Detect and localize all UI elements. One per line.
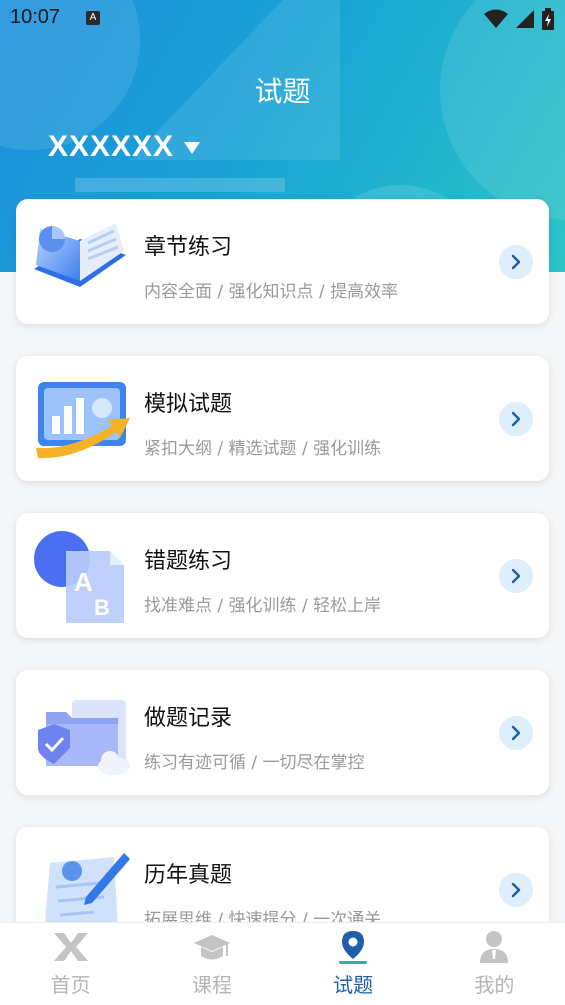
card-title: 章节练习: [144, 235, 233, 260]
chart-board-icon: [36, 382, 130, 459]
graduation-cap-icon: [193, 935, 230, 960]
bottom-tab-bar: 首页 课程 试题 我的: [0, 922, 565, 1005]
home-logo-icon: [53, 933, 88, 961]
card-title: 历年真题: [144, 863, 233, 888]
chevron-right-icon[interactable]: [499, 559, 533, 593]
card-chapter-practice[interactable]: 章节练习 内容全面 / 强化知识点 / 提高效率: [16, 199, 549, 324]
chevron-right-icon[interactable]: [499, 873, 533, 907]
tab-label: 课程: [191, 973, 232, 997]
card-subtitle: 练习有迹可循 / 一切尽在掌控: [144, 753, 365, 773]
card-subtitle: 找准难点 / 强化训练 / 轻松上岸: [144, 596, 382, 616]
chevron-right-icon[interactable]: [499, 716, 533, 750]
tab-profile[interactable]: 我的: [424, 923, 565, 1005]
caret-down-icon: [184, 142, 201, 154]
folder-shield-icon: [38, 700, 130, 775]
chevron-right-icon[interactable]: [499, 245, 533, 279]
card-title: 错题练习: [144, 549, 233, 574]
open-book-icon: [34, 223, 126, 287]
svg-text:A: A: [74, 567, 93, 597]
page-title: 试题: [254, 75, 311, 108]
status-time: 10:07: [10, 6, 61, 28]
location-pin-icon: [339, 931, 368, 964]
battery-icon: [542, 8, 554, 30]
card-mock-exam[interactable]: 模拟试题 紧扣大纲 / 精选试题 / 强化训练: [16, 356, 549, 481]
notification-icon: A: [86, 11, 100, 25]
card-subtitle: 内容全面 / 强化知识点 / 提高效率: [144, 282, 399, 302]
card-practice-record[interactable]: 做题记录 练习有迹可循 / 一切尽在掌控: [16, 670, 549, 795]
user-icon: [480, 931, 509, 963]
tab-label: 试题: [333, 973, 374, 997]
card-title: 做题记录: [144, 706, 233, 731]
tab-courses[interactable]: 课程: [141, 923, 282, 1005]
status-icons: [483, 8, 555, 30]
decor-bar: [75, 178, 285, 192]
ab-document-icon: A B: [34, 531, 124, 623]
selector-label: XXXXXX: [48, 130, 175, 163]
signal-icon: [516, 10, 534, 28]
tab-questions[interactable]: 试题: [283, 923, 424, 1005]
svg-text:B: B: [94, 595, 110, 620]
chevron-right-icon[interactable]: [499, 402, 533, 436]
card-title: 模拟试题: [144, 392, 233, 417]
tab-home[interactable]: 首页: [0, 923, 141, 1005]
card-wrong-questions[interactable]: A B 错题练习 找准难点 / 强化训练 / 轻松上岸: [16, 513, 549, 638]
wifi-icon: [484, 9, 508, 28]
tab-label: 首页: [50, 973, 91, 997]
card-subtitle: 紧扣大纲 / 精选试题 / 强化训练: [144, 439, 382, 459]
tab-label: 我的: [474, 973, 515, 997]
status-bar: 10:07 A: [0, 0, 565, 38]
exam-selector[interactable]: XXXXXX: [48, 130, 201, 164]
